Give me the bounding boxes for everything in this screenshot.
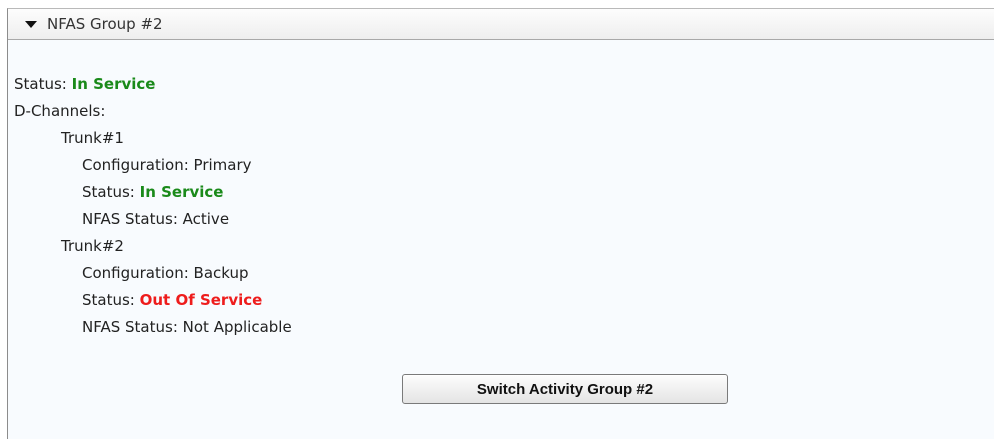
trunk-2-name: Trunk#2: [61, 237, 124, 255]
trunk-1-configuration: Configuration: Primary: [82, 156, 252, 174]
trunk-2-configuration: Configuration: Backup: [82, 264, 249, 282]
group-status: Status: In Service: [14, 74, 155, 94]
trunk-1-status: Status: In Service: [82, 182, 223, 202]
trunk-2-status-value: Out Of Service: [139, 291, 263, 309]
trunk-1-name: Trunk#1: [61, 129, 124, 147]
collapse-triangle-icon[interactable]: [25, 20, 37, 28]
trunk-2-nfas-status: NFAS Status: Not Applicable: [82, 318, 292, 336]
panel-title: NFAS Group #2: [47, 15, 163, 33]
group-status-label: Status:: [14, 75, 72, 93]
trunk-2-status-label: Status:: [82, 291, 140, 309]
group-status-value: In Service: [71, 75, 156, 93]
switch-activity-button[interactable]: Switch Activity Group #2: [402, 374, 728, 404]
trunk-1-nfas-status: NFAS Status: Active: [82, 210, 230, 228]
dchannels-label: D-Channels:: [14, 102, 106, 120]
trunk-2-status: Status: Out Of Service: [82, 290, 262, 310]
trunk-1-status-label: Status:: [82, 183, 140, 201]
panel-header[interactable]: NFAS Group #2: [8, 9, 994, 40]
trunk-1-status-value: In Service: [139, 183, 224, 201]
